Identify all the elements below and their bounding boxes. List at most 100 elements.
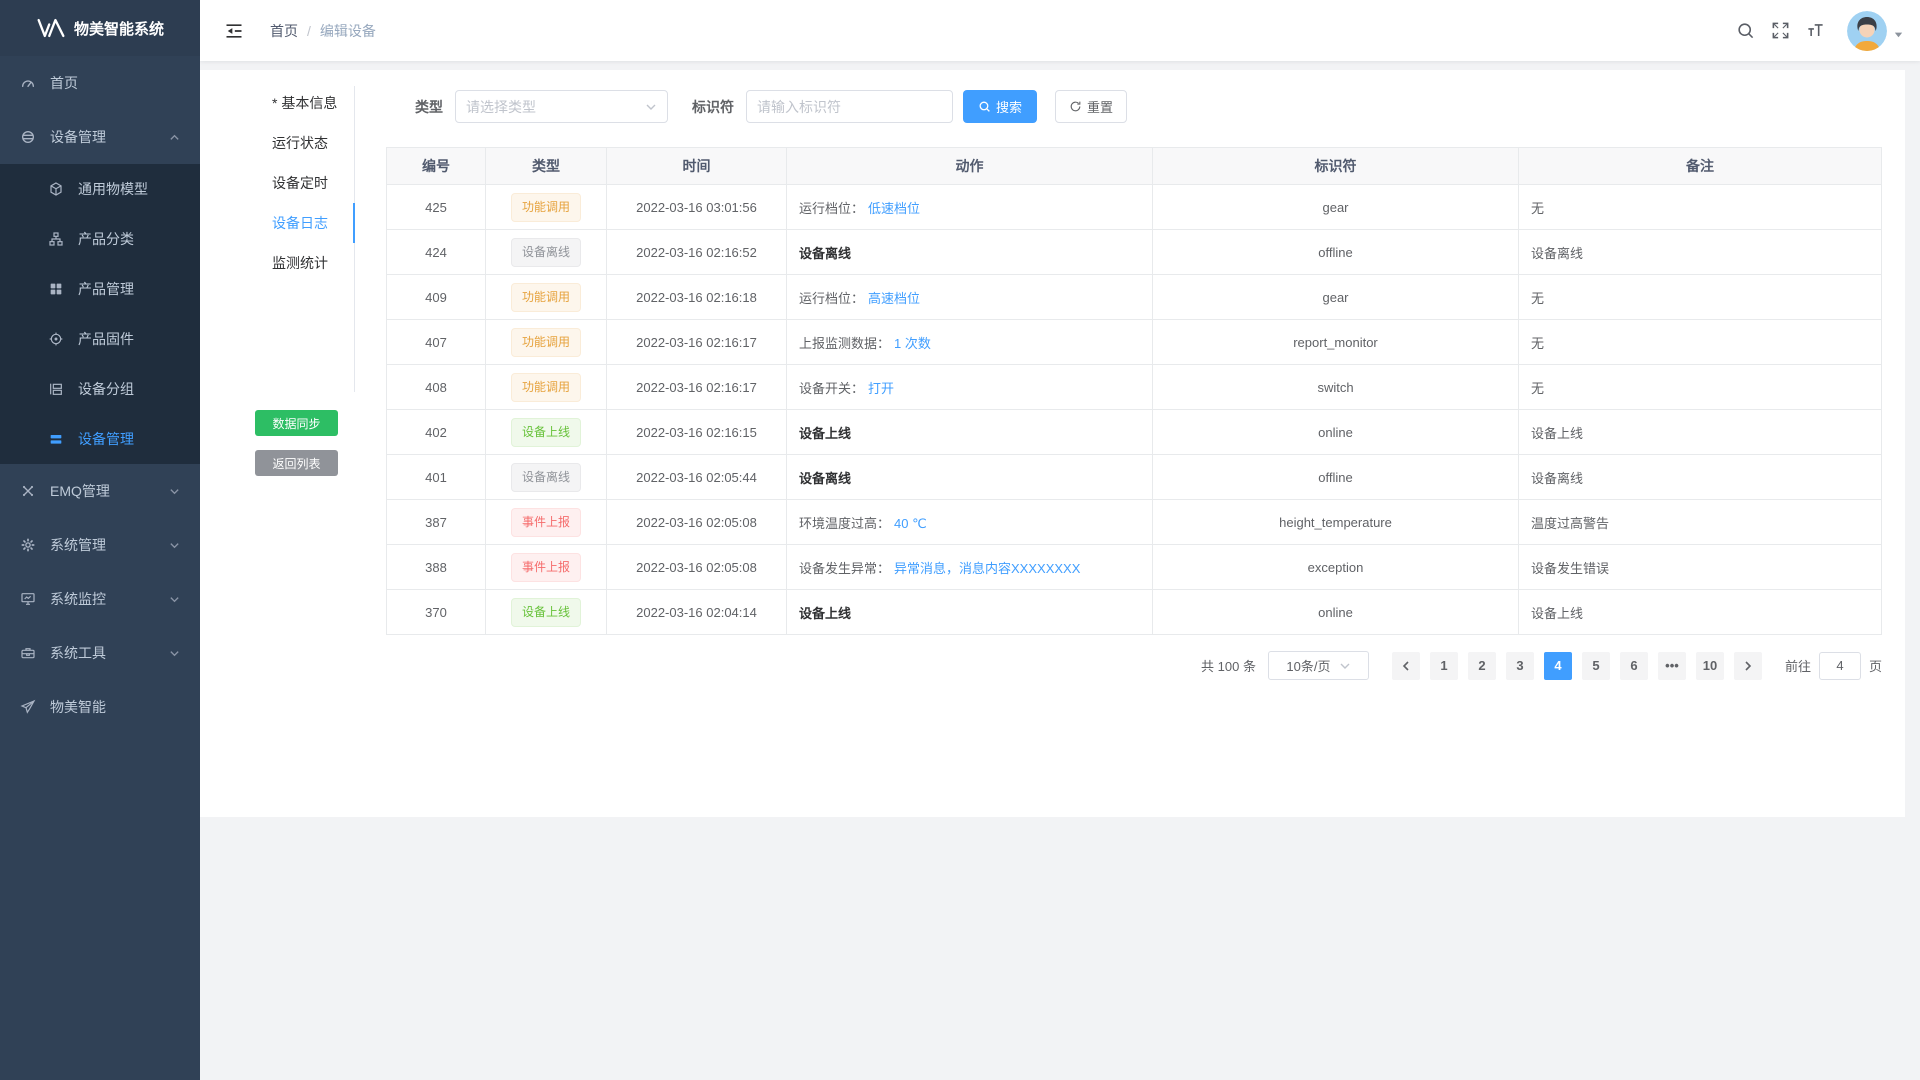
type-select[interactable]: 请选择类型 bbox=[455, 90, 668, 123]
user-avatar[interactable] bbox=[1847, 11, 1887, 51]
log-remark: 设备上线 bbox=[1519, 590, 1882, 635]
chevron-up-icon bbox=[169, 132, 180, 143]
log-remark: 设备离线 bbox=[1519, 455, 1882, 500]
avatar-image bbox=[1847, 11, 1887, 51]
sidebar-item-system-monitor[interactable]: 系统监控 bbox=[0, 572, 200, 626]
page-button-6[interactable]: 6 bbox=[1620, 652, 1648, 680]
log-time: 2022-03-16 02:16:17 bbox=[607, 365, 787, 410]
log-identifier: gear bbox=[1153, 275, 1519, 320]
sidebar-item-system-tools[interactable]: 系统工具 bbox=[0, 626, 200, 680]
sidebar-item-system-mgmt[interactable]: 系统管理 bbox=[0, 518, 200, 572]
sidebar-item-firmware[interactable]: 产品固件 bbox=[0, 314, 200, 364]
chevron-down-icon bbox=[169, 486, 180, 497]
table-row: 425 功能调用 2022-03-16 03:01:56 运行档位：低速档位 g… bbox=[387, 185, 1882, 230]
log-id: 370 bbox=[387, 590, 486, 635]
sidebar-item-product-mgmt[interactable]: 产品管理 bbox=[0, 264, 200, 314]
log-id: 424 bbox=[387, 230, 486, 275]
refresh-icon bbox=[1069, 100, 1082, 113]
log-type-tag: 设备离线 bbox=[511, 463, 581, 492]
prev-page-button[interactable] bbox=[1392, 652, 1420, 680]
identifier-input[interactable] bbox=[757, 99, 942, 115]
table-row: 387 事件上报 2022-03-16 02:05:08 环境温度过高：40 ℃… bbox=[387, 500, 1882, 545]
col-header-action: 动作 bbox=[787, 148, 1153, 185]
sidebar-item-device-mgmt[interactable]: 设备管理 bbox=[0, 110, 200, 164]
log-identifier: height_temperature bbox=[1153, 500, 1519, 545]
log-action-link[interactable]: 异常消息，消息内容XXXXXXXX bbox=[894, 561, 1080, 576]
tab-basic-info[interactable]: * 基本信息 bbox=[200, 83, 355, 123]
search-button[interactable]: 搜索 bbox=[963, 90, 1037, 123]
sidebar-item-product-category[interactable]: 产品分类 bbox=[0, 214, 200, 264]
sidebar-item-emq[interactable]: EMQ管理 bbox=[0, 464, 200, 518]
caret-down-icon bbox=[1893, 29, 1904, 40]
sidebar-item-thing-model[interactable]: 通用物模型 bbox=[0, 164, 200, 214]
grid-icon bbox=[48, 281, 64, 297]
table-row: 402 设备上线 2022-03-16 02:16:15 设备上线 online… bbox=[387, 410, 1882, 455]
log-action-link[interactable]: 高速档位 bbox=[868, 291, 920, 306]
log-type-tag: 功能调用 bbox=[511, 328, 581, 357]
log-action-text: 设备上线 bbox=[799, 606, 851, 621]
sidebar-item-home[interactable]: 首页 bbox=[0, 56, 200, 110]
chevron-down-icon bbox=[169, 594, 180, 605]
log-action-link[interactable]: 低速档位 bbox=[868, 201, 920, 216]
goto-page-input[interactable] bbox=[1819, 652, 1861, 680]
toolbox-icon bbox=[20, 645, 36, 661]
log-time: 2022-03-16 02:16:52 bbox=[607, 230, 787, 275]
tab-device-log[interactable]: 设备日志 bbox=[200, 203, 355, 243]
log-remark: 无 bbox=[1519, 185, 1882, 230]
page-size-select[interactable]: 10条/页 bbox=[1268, 651, 1369, 680]
side-buttons: 数据同步 返回列表 bbox=[200, 410, 355, 476]
page-button-3[interactable]: 3 bbox=[1506, 652, 1534, 680]
log-action-link[interactable]: 打开 bbox=[868, 381, 894, 396]
log-identifier: gear bbox=[1153, 185, 1519, 230]
log-remark: 无 bbox=[1519, 275, 1882, 320]
page-button-5[interactable]: 5 bbox=[1582, 652, 1610, 680]
page-button-10[interactable]: 10 bbox=[1696, 652, 1724, 680]
app-window: 物美智能系统 首页 设备管理 通用物模型 产品分类 产品管理 bbox=[0, 0, 1920, 1080]
group-icon bbox=[48, 381, 64, 397]
chevron-right-icon bbox=[1742, 660, 1754, 672]
sidebar-item-label: 物美智能 bbox=[50, 697, 106, 717]
tab-device-timer[interactable]: 设备定时 bbox=[200, 163, 355, 203]
next-page-button[interactable] bbox=[1734, 652, 1762, 680]
tab-monitor-stats[interactable]: 监测统计 bbox=[200, 243, 355, 283]
list-bars-icon bbox=[48, 431, 64, 447]
goto-label: 前往 bbox=[1785, 656, 1811, 675]
sidebar-item-wumei-smart[interactable]: 物美智能 bbox=[0, 680, 200, 734]
chevron-down-icon bbox=[1339, 660, 1351, 672]
fullscreen-icon[interactable] bbox=[1771, 21, 1790, 40]
sidebar-fold-icon[interactable] bbox=[224, 21, 244, 41]
table-row: 388 事件上报 2022-03-16 02:05:08 设备发生异常：异常消息… bbox=[387, 545, 1882, 590]
log-time: 2022-03-16 02:16:18 bbox=[607, 275, 787, 320]
user-menu[interactable] bbox=[1847, 11, 1904, 51]
log-id: 387 bbox=[387, 500, 486, 545]
log-action-link[interactable]: 40 ℃ bbox=[894, 516, 927, 531]
tab-running-status[interactable]: 运行状态 bbox=[200, 123, 355, 163]
log-time: 2022-03-16 02:05:08 bbox=[607, 545, 787, 590]
log-action-text: 运行档位： bbox=[799, 291, 864, 306]
sidebar-item-label: EMQ管理 bbox=[50, 481, 110, 501]
font-size-icon[interactable] bbox=[1806, 21, 1825, 40]
log-type-tag: 设备上线 bbox=[511, 418, 581, 447]
data-sync-button[interactable]: 数据同步 bbox=[255, 410, 338, 436]
sidebar-item-device-group[interactable]: 设备分组 bbox=[0, 364, 200, 414]
log-id: 407 bbox=[387, 320, 486, 365]
search-icon[interactable] bbox=[1736, 21, 1755, 40]
sidebar: 物美智能系统 首页 设备管理 通用物模型 产品分类 产品管理 bbox=[0, 0, 200, 1080]
pagination-total: 共 100 条 bbox=[1201, 656, 1256, 675]
back-to-list-button[interactable]: 返回列表 bbox=[255, 450, 338, 476]
reset-button[interactable]: 重置 bbox=[1055, 90, 1127, 123]
paper-plane-icon bbox=[20, 699, 36, 715]
cube-icon bbox=[48, 181, 64, 197]
page-button-4-active[interactable]: 4 bbox=[1544, 652, 1572, 680]
log-identifier: online bbox=[1153, 410, 1519, 455]
page-button-2[interactable]: 2 bbox=[1468, 652, 1496, 680]
table-row: 370 设备上线 2022-03-16 02:04:14 设备上线 online… bbox=[387, 590, 1882, 635]
breadcrumb-home[interactable]: 首页 bbox=[270, 21, 298, 41]
more-pages-button[interactable]: ••• bbox=[1658, 652, 1686, 680]
gear-icon bbox=[20, 537, 36, 553]
page-button-1[interactable]: 1 bbox=[1430, 652, 1458, 680]
sidebar-item-label: 通用物模型 bbox=[78, 179, 148, 199]
log-action-link[interactable]: 1 次数 bbox=[894, 336, 931, 351]
sidebar-item-device-list[interactable]: 设备管理 bbox=[0, 414, 200, 464]
sidebar-item-label: 系统管理 bbox=[50, 535, 106, 555]
